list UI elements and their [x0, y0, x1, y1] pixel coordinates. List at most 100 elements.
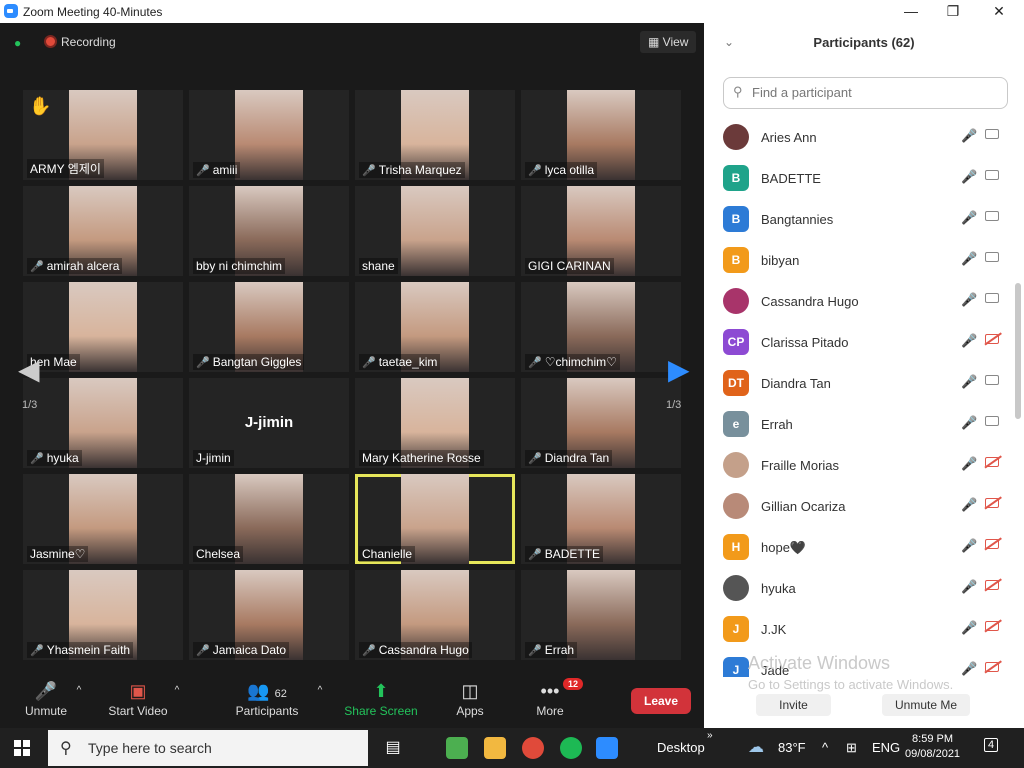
participant-row[interactable]: Aries Ann 🎤 [704, 117, 1014, 158]
unmute-button[interactable]: 🎤 Unmute [18, 676, 74, 728]
video-tile[interactable]: Chanielle [355, 474, 515, 564]
video-tile[interactable]: hen Mae [23, 282, 183, 372]
video-tile[interactable]: J-jimin J-jimin [189, 378, 349, 468]
mic-muted-icon: 🎤 [30, 645, 44, 657]
start-video-label: Start Video [108, 704, 168, 718]
participant-row[interactable]: hyuka 🎤 [704, 568, 1014, 609]
apps-icon: ◫ [461, 681, 479, 701]
unmute-me-button[interactable]: Unmute Me [882, 694, 970, 716]
video-tile[interactable]: ✋ ARMY 엠제이 [23, 90, 183, 180]
participant-row[interactable]: B Bangtannies 🎤 [704, 199, 1014, 240]
participant-name: BADETTE [761, 171, 821, 186]
tile-name-text: Chelsea [196, 547, 241, 561]
desktop-label[interactable]: Desktop [657, 740, 705, 755]
participant-row[interactable]: Bbibyan 🎤 [704, 240, 1014, 281]
participant-row[interactable]: J J.JK 🎤 [704, 609, 1014, 650]
participants-panel: ⌄ Participants (62) ⚲ Find a participant… [704, 23, 1024, 728]
video-tile[interactable]: 🎤 Trisha Marquez [355, 90, 515, 180]
video-tile[interactable]: Chelsea [189, 474, 349, 564]
shield-icon[interactable]: ● [14, 36, 21, 50]
start-video-button[interactable]: ▣ Start Video [104, 676, 172, 728]
tray-expand-icon[interactable]: ^ [822, 740, 828, 755]
windows-start-icon[interactable] [14, 740, 30, 756]
leave-button[interactable]: Leave [631, 688, 691, 714]
recording-indicator[interactable]: Recording [44, 35, 116, 49]
temperature[interactable]: 83°F [778, 740, 806, 755]
tile-name-text: Jasmine♡ [30, 547, 86, 561]
next-page-icon[interactable]: ▶ [668, 353, 690, 386]
video-tile[interactable]: 🎤 Errah [521, 570, 681, 660]
participant-row[interactable]: Gillian Ocariza 🎤 [704, 486, 1014, 527]
video-tile[interactable]: 🎤 lyca otilla [521, 90, 681, 180]
participant-search-input[interactable]: ⚲ Find a participant [723, 77, 1008, 109]
page-indicator-right: 1/3 [666, 399, 682, 411]
audio-options-icon[interactable]: ^ [74, 676, 84, 728]
window-title: Zoom Meeting 40-Minutes [23, 5, 163, 19]
search-icon: ⚲ [733, 84, 743, 99]
participant-row[interactable]: e Errah 🎤 [704, 404, 1014, 445]
spotify-icon[interactable] [560, 737, 582, 759]
mic-muted-icon: 🎤 [528, 357, 542, 369]
participant-row[interactable]: Fraille Morias 🎤 [704, 445, 1014, 486]
mic-muted-icon: 🎤 [362, 645, 376, 657]
desktop-toolbar-chevron-icon[interactable]: » [707, 730, 713, 741]
video-icon [985, 129, 999, 139]
video-tile[interactable]: 🎤 BADETTE [521, 474, 681, 564]
system-clock[interactable]: 8:59 PM 09/08/2021 [905, 732, 960, 762]
video-tile[interactable]: Jasmine♡ [23, 474, 183, 564]
participants-options-icon[interactable]: ^ [315, 676, 325, 728]
video-tile[interactable]: 🎤 hyuka [23, 378, 183, 468]
avatar: J [723, 657, 749, 677]
video-tile[interactable]: 🎤 amiii [189, 90, 349, 180]
video-tile[interactable]: Mary Katherine Rosse [355, 378, 515, 468]
video-tile[interactable]: 🎤 Bangtan Giggles [189, 282, 349, 372]
close-button[interactable]: ✕ [984, 2, 1014, 20]
chrome-icon[interactable] [522, 737, 544, 759]
ime-icon[interactable]: ⊞ [846, 740, 857, 756]
avatar [723, 124, 749, 150]
minimize-button[interactable]: — [896, 2, 926, 20]
video-tile[interactable]: 🎤 ♡chimchim♡ [521, 282, 681, 372]
video-tile[interactable]: 🎤 Yhasmein Faith [23, 570, 183, 660]
participant-name: J.JK [761, 622, 787, 637]
app-icon[interactable] [446, 737, 468, 759]
participant-row[interactable]: Hhope🖤 🎤 [704, 527, 1014, 568]
participant-row[interactable]: Cassandra Hugo 🎤 [704, 281, 1014, 322]
file-explorer-icon[interactable] [484, 737, 506, 759]
weather-icon[interactable]: ☁ [748, 737, 764, 757]
participant-row[interactable]: B BADETTE 🎤 [704, 158, 1014, 199]
task-view-icon[interactable]: ▤ [382, 737, 404, 759]
scrollbar[interactable] [1015, 283, 1021, 419]
zoom-taskbar-icon[interactable] [596, 737, 618, 759]
participant-row[interactable]: CP Clarissa Pitado 🎤 [704, 322, 1014, 363]
video-tile[interactable]: bby ni chimchim [189, 186, 349, 276]
video-options-icon[interactable]: ^ [172, 676, 182, 728]
maximize-button[interactable]: ❐ [938, 2, 968, 20]
invite-button[interactable]: Invite [756, 694, 831, 716]
tile-name-text: Yhasmein Faith [46, 643, 131, 657]
video-tile[interactable]: GIGI CARINAN [521, 186, 681, 276]
avatar [723, 452, 749, 478]
mic-muted-icon: 🎤 [30, 453, 44, 465]
share-screen-button[interactable]: ⬆ Share Screen [342, 676, 420, 728]
video-gallery: ● Recording ▦ View ✋ ARMY 엠제이 🎤 amiii 🎤 Trish… [0, 23, 704, 728]
tile-name-text: amiii [212, 163, 238, 177]
participants-button[interactable]: 👥 62 Participants [232, 676, 302, 728]
video-tile[interactable]: 🎤 taetae_kim [355, 282, 515, 372]
taskbar-search-input[interactable]: ⚲ Type here to search [48, 730, 368, 766]
video-tile[interactable]: 🎤 Cassandra Hugo [355, 570, 515, 660]
language-indicator[interactable]: ENG [872, 740, 900, 755]
prev-page-icon[interactable]: ◀ [18, 353, 40, 386]
video-tile[interactable]: shane [355, 186, 515, 276]
apps-button[interactable]: ◫ Apps [450, 676, 490, 728]
participant-row[interactable]: DT Diandra Tan 🎤 [704, 363, 1014, 404]
video-tile[interactable]: 🎤 Diandra Tan [521, 378, 681, 468]
video-icon [985, 293, 999, 303]
notification-icon[interactable]: 4 [984, 738, 999, 752]
view-button[interactable]: ▦ View [640, 31, 696, 53]
video-tile[interactable]: 🎤 amirah alcera [23, 186, 183, 276]
tile-name-label: 🎤 Errah [525, 642, 578, 658]
avatar: J [723, 616, 749, 642]
participant-name: Aries Ann [761, 130, 817, 145]
video-tile[interactable]: 🎤 Jamaica Dato [189, 570, 349, 660]
